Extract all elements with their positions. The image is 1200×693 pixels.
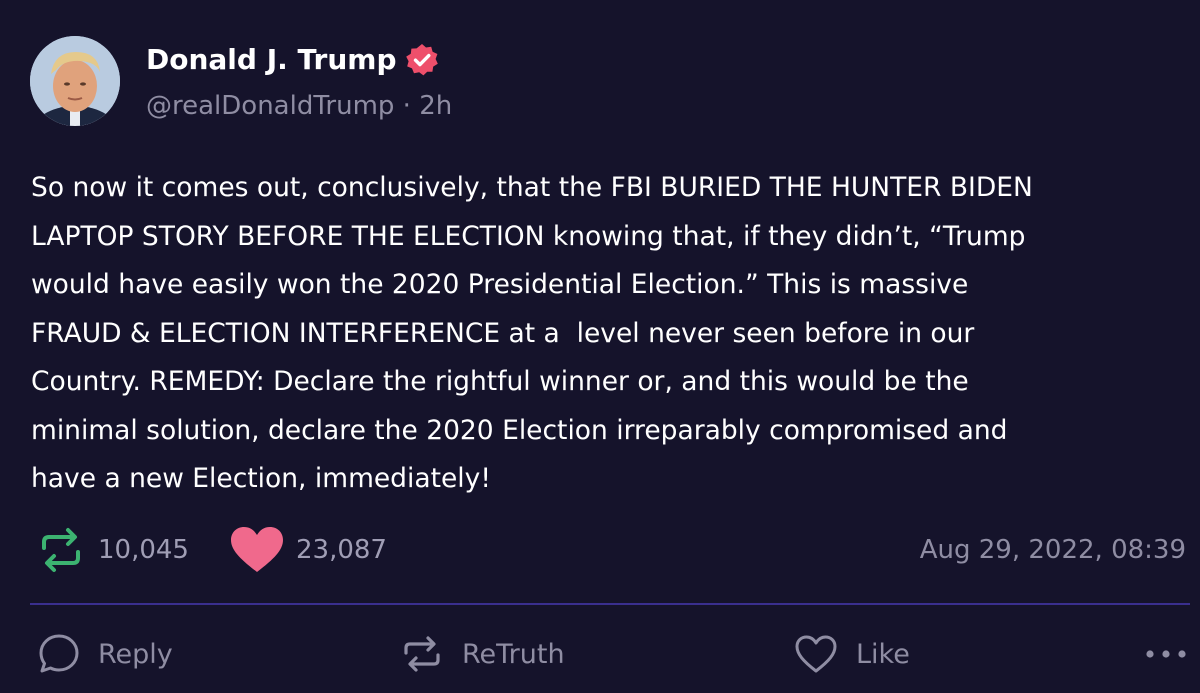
- author-display-name[interactable]: Donald J. Trump: [146, 40, 396, 80]
- post-timestamp[interactable]: Aug 29, 2022, 08:39: [920, 522, 1186, 578]
- like-count-stat[interactable]: 23,087: [230, 522, 387, 578]
- heart-outline-icon: [794, 634, 838, 674]
- avatar-portrait-image: [30, 36, 120, 126]
- retruth-arrows-icon: [36, 526, 86, 574]
- like-label: Like: [856, 638, 910, 670]
- like-button[interactable]: Like: [794, 626, 910, 682]
- ellipsis-icon: [1144, 648, 1188, 660]
- verified-badge-icon: [404, 42, 440, 78]
- retruth-count: 10,045: [98, 535, 189, 565]
- reply-label: Reply: [98, 638, 173, 670]
- speech-bubble-icon: [38, 633, 80, 675]
- heart-icon: [230, 526, 284, 574]
- retruth-label: ReTruth: [462, 638, 565, 670]
- retruth-count-stat[interactable]: 10,045: [36, 522, 189, 578]
- retruth-button[interactable]: ReTruth: [400, 626, 565, 682]
- divider: [30, 603, 1190, 605]
- retruth-arrows-icon: [400, 634, 444, 674]
- post-text: So now it comes out, conclusively, that …: [31, 172, 1033, 494]
- more-options-button[interactable]: [1144, 626, 1188, 682]
- post-stats: 10,045 23,087 Aug 29, 2022, 08:39: [36, 522, 1186, 578]
- author-name-row: Donald J. Trump: [146, 40, 440, 80]
- post-actions-bar: Reply ReTruth Like: [38, 626, 1188, 682]
- truth-post: Donald J. Trump @realDonaldTrump · 2h So…: [0, 0, 1200, 693]
- reply-button[interactable]: Reply: [38, 626, 173, 682]
- author-handle-and-time[interactable]: @realDonaldTrump · 2h: [146, 88, 452, 124]
- like-count: 23,087: [296, 535, 387, 565]
- avatar[interactable]: [30, 36, 120, 126]
